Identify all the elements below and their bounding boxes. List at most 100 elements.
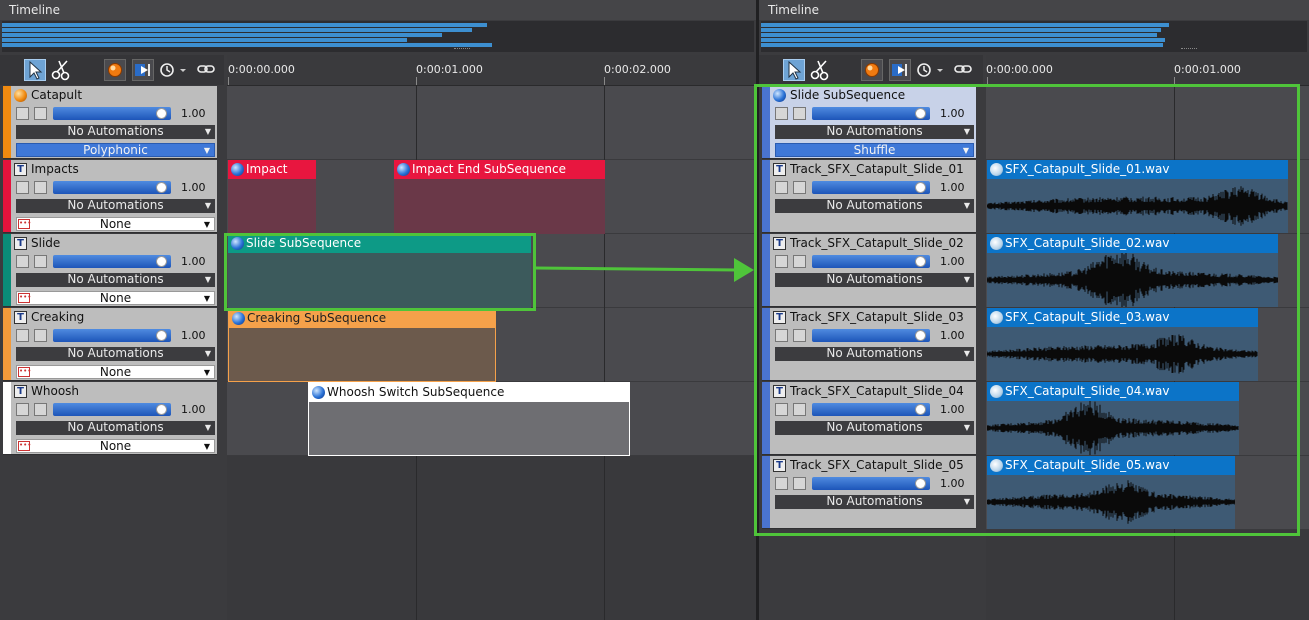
envelope-icon[interactable] xyxy=(775,107,788,120)
automations-dropdown[interactable]: No Automations ▼ xyxy=(775,125,974,139)
mute-icon[interactable] xyxy=(793,181,806,194)
envelope-icon[interactable] xyxy=(775,403,788,416)
volume-slider[interactable] xyxy=(53,329,171,342)
envelope-icon[interactable] xyxy=(775,329,788,342)
automations-dropdown[interactable]: No Automations ▼ xyxy=(775,495,974,509)
volume-slider[interactable] xyxy=(53,403,171,416)
mute-icon[interactable] xyxy=(34,107,47,120)
clock-icon[interactable] xyxy=(158,59,186,81)
volume-knob[interactable] xyxy=(156,108,167,119)
envelope-icon[interactable] xyxy=(775,255,788,268)
right-timeline-area[interactable]: SFX_Catapult_Slide_01.wav SFX_Catapult_S… xyxy=(986,86,1309,620)
volume-slider[interactable] xyxy=(53,181,171,194)
automations-dropdown[interactable]: No Automations ▼ xyxy=(16,347,215,361)
volume-slider[interactable] xyxy=(812,107,930,120)
track-header-slide-subsequence[interactable]: Slide SubSequence 1.00 No Automations ▼ S… xyxy=(762,86,976,159)
volume-knob[interactable] xyxy=(156,256,167,267)
record-orb-icon[interactable] xyxy=(104,59,126,81)
volume-knob[interactable] xyxy=(156,182,167,193)
playback-mode-dropdown[interactable]: ••• None ▼ xyxy=(16,217,215,231)
clip-slide-02-wav[interactable]: SFX_Catapult_Slide_02.wav xyxy=(987,234,1279,307)
right-time-ruler[interactable]: 0:00:00.000 0:00:01.000 xyxy=(986,55,1309,86)
volume-slider[interactable] xyxy=(812,477,930,490)
clock-icon[interactable] xyxy=(915,59,943,81)
track-header-slide[interactable]: T Slide 1.00 No Automations ▼ ••• None ▼ xyxy=(3,234,217,307)
volume-knob[interactable] xyxy=(915,256,926,267)
pointer-tool-icon[interactable] xyxy=(783,59,805,81)
automations-dropdown[interactable]: No Automations ▼ xyxy=(16,273,215,287)
track-header-slide-01[interactable]: T Track_SFX_Catapult_Slide_01 1.00 No Au… xyxy=(762,160,976,233)
track-header-slide-05[interactable]: T Track_SFX_Catapult_Slide_05 1.00 No Au… xyxy=(762,456,976,529)
volume-knob[interactable] xyxy=(915,108,926,119)
clip-slide-subsequence[interactable]: Slide SubSequence xyxy=(228,234,531,308)
scissors-tool-icon[interactable] xyxy=(50,59,72,81)
volume-slider[interactable] xyxy=(812,181,930,194)
snap-arrow-icon[interactable] xyxy=(889,59,911,81)
clip-slide-01-wav[interactable]: SFX_Catapult_Slide_01.wav xyxy=(987,160,1288,233)
link-icon[interactable] xyxy=(953,59,975,81)
automations-dropdown[interactable]: No Automations ▼ xyxy=(775,421,974,435)
envelope-icon[interactable] xyxy=(16,181,29,194)
clip-creaking-subsequence[interactable]: Creaking SubSequence xyxy=(228,308,496,382)
link-icon[interactable] xyxy=(196,59,218,81)
overview-grip[interactable] xyxy=(454,48,470,52)
automations-dropdown[interactable]: No Automations ▼ xyxy=(775,273,974,287)
track-header-whoosh[interactable]: T Whoosh 1.00 No Automations ▼ ••• None ▼ xyxy=(3,382,217,455)
volume-slider[interactable] xyxy=(812,255,930,268)
overview-grip[interactable] xyxy=(1181,48,1197,52)
clip-impact[interactable]: Impact xyxy=(228,160,316,234)
track-header-creaking[interactable]: T Creaking 1.00 No Automations ▼ ••• None ▼ xyxy=(3,308,217,381)
left-timeline-area[interactable]: Impact Impact End SubSequence Slide SubS… xyxy=(227,86,756,620)
automations-dropdown[interactable]: No Automations ▼ xyxy=(775,199,974,213)
track-header-impacts[interactable]: T Impacts 1.00 No Automations ▼ ••• None ▼ xyxy=(3,160,217,233)
record-orb-icon[interactable] xyxy=(861,59,883,81)
volume-slider[interactable] xyxy=(53,255,171,268)
track-header-slide-04[interactable]: T Track_SFX_Catapult_Slide_04 1.00 No Au… xyxy=(762,382,976,455)
volume-knob[interactable] xyxy=(156,330,167,341)
volume-slider[interactable] xyxy=(812,329,930,342)
envelope-icon[interactable] xyxy=(16,107,29,120)
automations-dropdown[interactable]: No Automations ▼ xyxy=(775,347,974,361)
automations-dropdown[interactable]: No Automations ▼ xyxy=(16,421,215,435)
scissors-tool-icon[interactable] xyxy=(809,59,831,81)
envelope-icon[interactable] xyxy=(775,477,788,490)
volume-knob[interactable] xyxy=(156,404,167,415)
playback-mode-dropdown[interactable]: ••• None ▼ xyxy=(16,291,215,305)
pointer-tool-icon[interactable] xyxy=(24,59,46,81)
clip-slide-05-wav[interactable]: SFX_Catapult_Slide_05.wav xyxy=(987,456,1236,529)
envelope-icon[interactable] xyxy=(16,329,29,342)
track-header-catapult[interactable]: Catapult 1.00 No Automations ▼ Polyphonic… xyxy=(3,86,217,159)
track-header-slide-02[interactable]: T Track_SFX_Catapult_Slide_02 1.00 No Au… xyxy=(762,234,976,307)
volume-slider[interactable] xyxy=(812,403,930,416)
clip-impact-end-subsequence[interactable]: Impact End SubSequence xyxy=(394,160,605,234)
clip-whoosh-switch-subsequence[interactable]: Whoosh Switch SubSequence xyxy=(308,382,630,456)
volume-knob[interactable] xyxy=(915,478,926,489)
mute-icon[interactable] xyxy=(793,255,806,268)
mute-icon[interactable] xyxy=(793,329,806,342)
mute-icon[interactable] xyxy=(793,107,806,120)
snap-arrow-icon[interactable] xyxy=(132,59,154,81)
volume-knob[interactable] xyxy=(915,182,926,193)
envelope-icon[interactable] xyxy=(16,255,29,268)
playback-mode-dropdown[interactable]: Shuffle ▼ xyxy=(775,143,974,157)
automations-dropdown[interactable]: No Automations ▼ xyxy=(16,125,215,139)
clip-slide-03-wav[interactable]: SFX_Catapult_Slide_03.wav xyxy=(987,308,1258,381)
volume-knob[interactable] xyxy=(915,404,926,415)
mute-icon[interactable] xyxy=(34,181,47,194)
volume-knob[interactable] xyxy=(915,330,926,341)
envelope-icon[interactable] xyxy=(16,403,29,416)
clip-slide-04-wav[interactable]: SFX_Catapult_Slide_04.wav xyxy=(987,382,1239,455)
playback-mode-dropdown[interactable]: ••• None ▼ xyxy=(16,439,215,453)
automations-dropdown[interactable]: No Automations ▼ xyxy=(16,199,215,213)
left-overview-strip[interactable] xyxy=(2,21,754,52)
mute-icon[interactable] xyxy=(34,255,47,268)
mute-icon[interactable] xyxy=(34,329,47,342)
mute-icon[interactable] xyxy=(793,477,806,490)
mute-icon[interactable] xyxy=(793,403,806,416)
left-time-ruler[interactable]: 0:00:00.000 0:00:01.000 0:00:02.000 xyxy=(227,55,756,86)
volume-slider[interactable] xyxy=(53,107,171,120)
right-overview-strip[interactable] xyxy=(761,21,1307,52)
playback-mode-dropdown[interactable]: Polyphonic ▼ xyxy=(16,143,215,157)
envelope-icon[interactable] xyxy=(775,181,788,194)
playback-mode-dropdown[interactable]: ••• None ▼ xyxy=(16,365,215,379)
